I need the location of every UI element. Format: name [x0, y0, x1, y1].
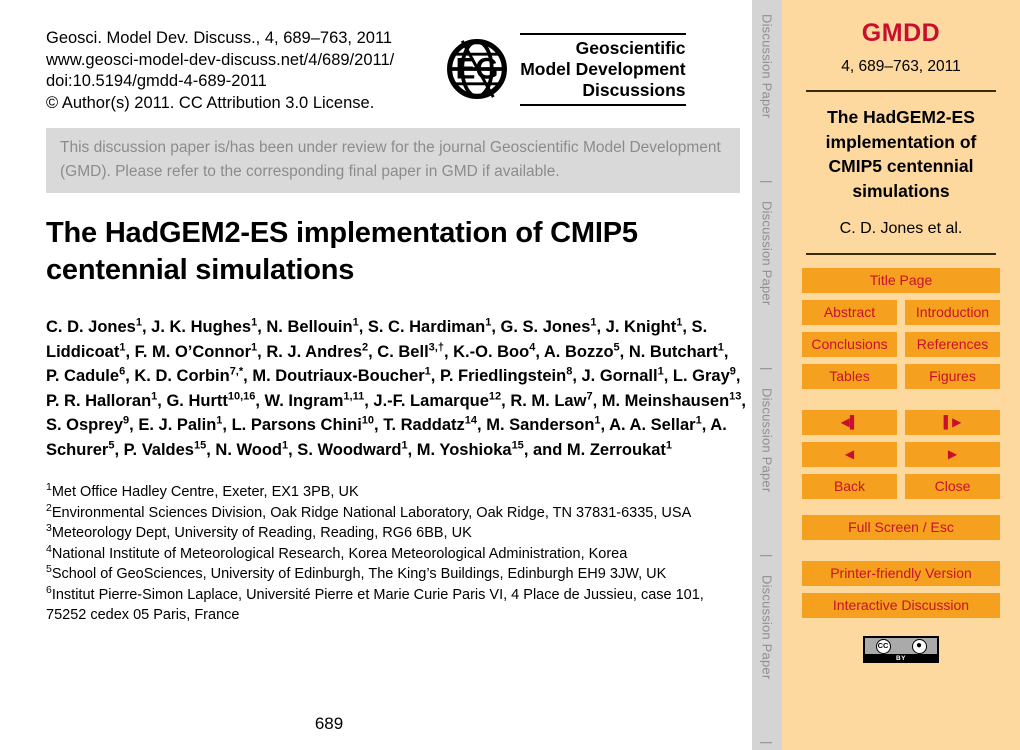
journal-abbrev: GMDD: [861, 19, 941, 47]
affiliation-list: 1Met Office Hadley Centre, Exeter, EX1 3…: [46, 481, 704, 623]
journal-ref-line-4: © Author(s) 2011. CC Attribution 3.0 Lic…: [46, 93, 375, 112]
sidebar-authors: C. D. Jones et al.: [839, 220, 963, 237]
divider: [806, 90, 996, 92]
review-notice: This discussion paper is/has been under …: [46, 128, 740, 193]
figures-button[interactable]: Figures: [905, 364, 1000, 389]
button-row: ◀▌ ▌▶: [802, 410, 1000, 435]
button-row: Abstract Introduction: [802, 300, 1000, 325]
header-row: Geosci. Model Dev. Discuss., 4, 689–763,…: [46, 28, 748, 120]
full-screen-button[interactable]: Full Screen / Esc: [802, 515, 1000, 540]
cc-icon: CC: [875, 638, 891, 654]
button-row: Tables Figures: [802, 364, 1000, 389]
strip-divider: |: [759, 367, 775, 371]
main-content-column: Geosci. Model Dev. Discuss., 4, 689–763,…: [0, 0, 748, 750]
page-title: The HadGEM2-ES implementation of CMIP5 c…: [46, 217, 638, 286]
button-row: ◀ ▶: [802, 442, 1000, 467]
discussion-paper-label: Discussion Paper: [759, 575, 775, 680]
discussion-paper-label: Discussion Paper: [759, 388, 775, 493]
next-page-icon-button[interactable]: ▶: [905, 442, 1000, 467]
first-page-icon-button[interactable]: ◀▌: [802, 410, 897, 435]
svg-text:EG: EG: [456, 53, 499, 86]
paper-cover-page: Geosci. Model Dev. Discuss., 4, 689–763,…: [0, 0, 1020, 750]
close-button[interactable]: Close: [905, 474, 1000, 499]
button-row: Conclusions References: [802, 332, 1000, 357]
strip-divider: |: [759, 554, 775, 558]
cc-badge-inner: CC ●: [865, 638, 937, 654]
tables-button[interactable]: Tables: [802, 364, 897, 389]
page-number: 689: [314, 714, 344, 733]
previous-page-icon-button[interactable]: ◀: [802, 442, 897, 467]
interactive-discussion-button[interactable]: Interactive Discussion: [802, 593, 1000, 618]
conclusions-button[interactable]: Conclusions: [802, 332, 897, 357]
title-page-button[interactable]: Title Page: [802, 268, 1000, 293]
journal-title: Geoscientific Model Development Discussi…: [520, 32, 686, 106]
strip-divider: |: [759, 180, 775, 184]
discussion-paper-label: Discussion Paper: [759, 14, 775, 119]
attribution-person-icon: ●: [911, 638, 927, 654]
strip-divider: |: [759, 741, 775, 745]
references-button[interactable]: References: [905, 332, 1000, 357]
discussion-paper-label: Discussion Paper: [759, 201, 775, 306]
author-list: C. D. Jones1, J. K. Hughes1, N. Bellouin…: [46, 316, 747, 459]
journal-title-line-3: Discussions: [582, 79, 686, 100]
sidebar-paper-title: The HadGEM2-ES implementation of CMIP5 c…: [825, 107, 977, 201]
journal-title-line-2: Model Development: [520, 58, 686, 79]
divider: [806, 253, 996, 255]
journal-title-line-1: Geoscientific: [575, 37, 686, 58]
journal-ref-line-1: Geosci. Model Dev. Discuss., 4, 689–763,…: [46, 29, 393, 47]
journal-logo-block: EG Geoscientific Model Development Discu…: [440, 28, 686, 106]
back-button[interactable]: Back: [802, 474, 897, 499]
sidebar-button-stack: Title Page Abstract Introduction Conclus…: [802, 268, 1000, 618]
creative-commons-badge[interactable]: CC ● BY: [863, 636, 939, 663]
cc-by-label: BY: [895, 655, 907, 662]
volume-info: 4, 689–763, 2011: [841, 58, 961, 75]
abstract-button[interactable]: Abstract: [802, 300, 897, 325]
journal-ref-line-2: www.geosci-model-dev-discuss.net/4/689/2…: [46, 50, 395, 69]
egu-logo-icon: EG: [447, 39, 508, 99]
last-page-icon-button[interactable]: ▌▶: [905, 410, 1000, 435]
introduction-button[interactable]: Introduction: [905, 300, 1000, 325]
printer-friendly-button[interactable]: Printer-friendly Version: [802, 561, 1000, 586]
navigation-sidebar: GMDD 4, 689–763, 2011 The HadGEM2-ES imp…: [782, 0, 1020, 750]
journal-ref-line-3: doi:10.5194/gmdd-4-689-2011: [46, 72, 267, 90]
button-row: Back Close: [802, 474, 1000, 499]
journal-reference: Geosci. Model Dev. Discuss., 4, 689–763,…: [46, 28, 394, 114]
discussion-paper-sidebar-strip: Discussion Paper | Discussion Paper | Di…: [752, 0, 782, 750]
